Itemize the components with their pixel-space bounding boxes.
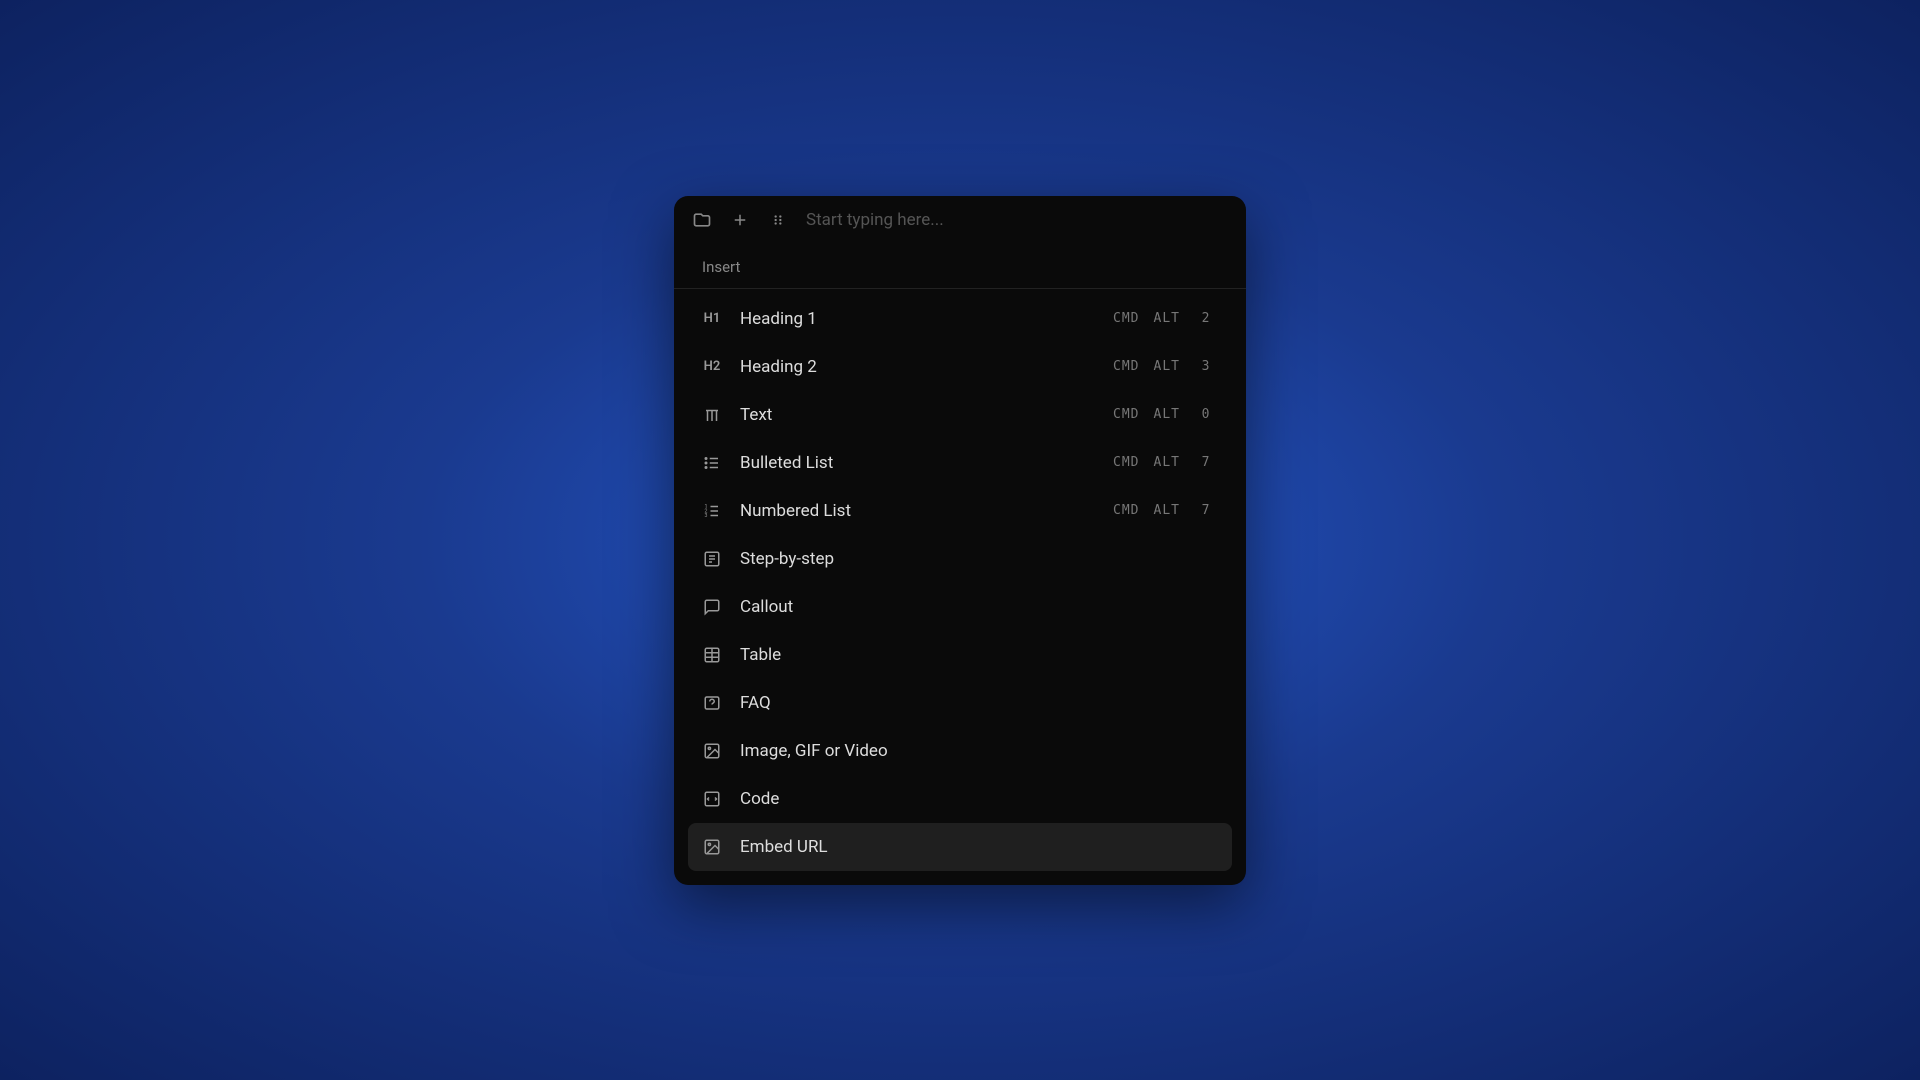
menu-item-heading-2[interactable]: H2 Heading 2 CMD ALT 3 xyxy=(688,343,1232,391)
shortcut: CMD ALT 0 xyxy=(1113,407,1218,422)
h2-icon: H2 xyxy=(702,357,722,377)
svg-text:3: 3 xyxy=(705,513,708,519)
menu-label: Text xyxy=(740,405,1095,425)
menu-item-numbered-list[interactable]: 1 2 3 Numbered List CMD ALT 7 xyxy=(688,487,1232,535)
shortcut: CMD ALT 7 xyxy=(1113,503,1218,518)
menu-label: Heading 2 xyxy=(740,357,1095,377)
callout-icon xyxy=(702,597,722,617)
menu-label: Table xyxy=(740,645,1218,665)
menu-item-faq[interactable]: FAQ xyxy=(688,679,1232,727)
code-icon xyxy=(702,789,722,809)
text-icon xyxy=(702,405,722,425)
search-input[interactable] xyxy=(806,210,1228,230)
insert-panel: Insert H1 Heading 1 CMD ALT 2 H2 Heading… xyxy=(674,196,1246,885)
numbered-list-icon: 1 2 3 xyxy=(702,501,722,521)
shortcut: CMD ALT 2 xyxy=(1113,311,1218,326)
menu-list: H1 Heading 1 CMD ALT 2 H2 Heading 2 CMD … xyxy=(674,295,1246,885)
menu-item-text[interactable]: Text CMD ALT 0 xyxy=(688,391,1232,439)
menu-label: Embed URL xyxy=(740,837,1218,857)
menu-item-table[interactable]: Table xyxy=(688,631,1232,679)
embed-icon xyxy=(702,837,722,857)
menu-item-callout[interactable]: Callout xyxy=(688,583,1232,631)
menu-label: Step-by-step xyxy=(740,549,1218,569)
section-title: Insert xyxy=(674,244,1246,289)
menu-label: Callout xyxy=(740,597,1218,617)
image-icon xyxy=(702,741,722,761)
drag-handle-icon[interactable] xyxy=(768,210,788,230)
panel-header xyxy=(674,196,1246,244)
steps-icon xyxy=(702,549,722,569)
menu-label: Bulleted List xyxy=(740,453,1095,473)
menu-item-embed-url[interactable]: Embed URL xyxy=(688,823,1232,871)
shortcut: CMD ALT 7 xyxy=(1113,455,1218,470)
menu-label: Heading 1 xyxy=(740,309,1095,329)
menu-item-heading-1[interactable]: H1 Heading 1 CMD ALT 2 xyxy=(688,295,1232,343)
menu-label: Numbered List xyxy=(740,501,1095,521)
menu-label: FAQ xyxy=(740,693,1218,713)
menu-label: Code xyxy=(740,789,1218,809)
plus-icon[interactable] xyxy=(730,210,750,230)
faq-icon xyxy=(702,693,722,713)
shortcut: CMD ALT 3 xyxy=(1113,359,1218,374)
folder-icon[interactable] xyxy=(692,210,712,230)
menu-item-image[interactable]: Image, GIF or Video xyxy=(688,727,1232,775)
menu-item-bulleted-list[interactable]: Bulleted List CMD ALT 7 xyxy=(688,439,1232,487)
bullet-list-icon xyxy=(702,453,722,473)
menu-item-code[interactable]: Code xyxy=(688,775,1232,823)
menu-item-step-by-step[interactable]: Step-by-step xyxy=(688,535,1232,583)
menu-label: Image, GIF or Video xyxy=(740,741,1218,761)
table-icon xyxy=(702,645,722,665)
h1-icon: H1 xyxy=(702,309,722,329)
